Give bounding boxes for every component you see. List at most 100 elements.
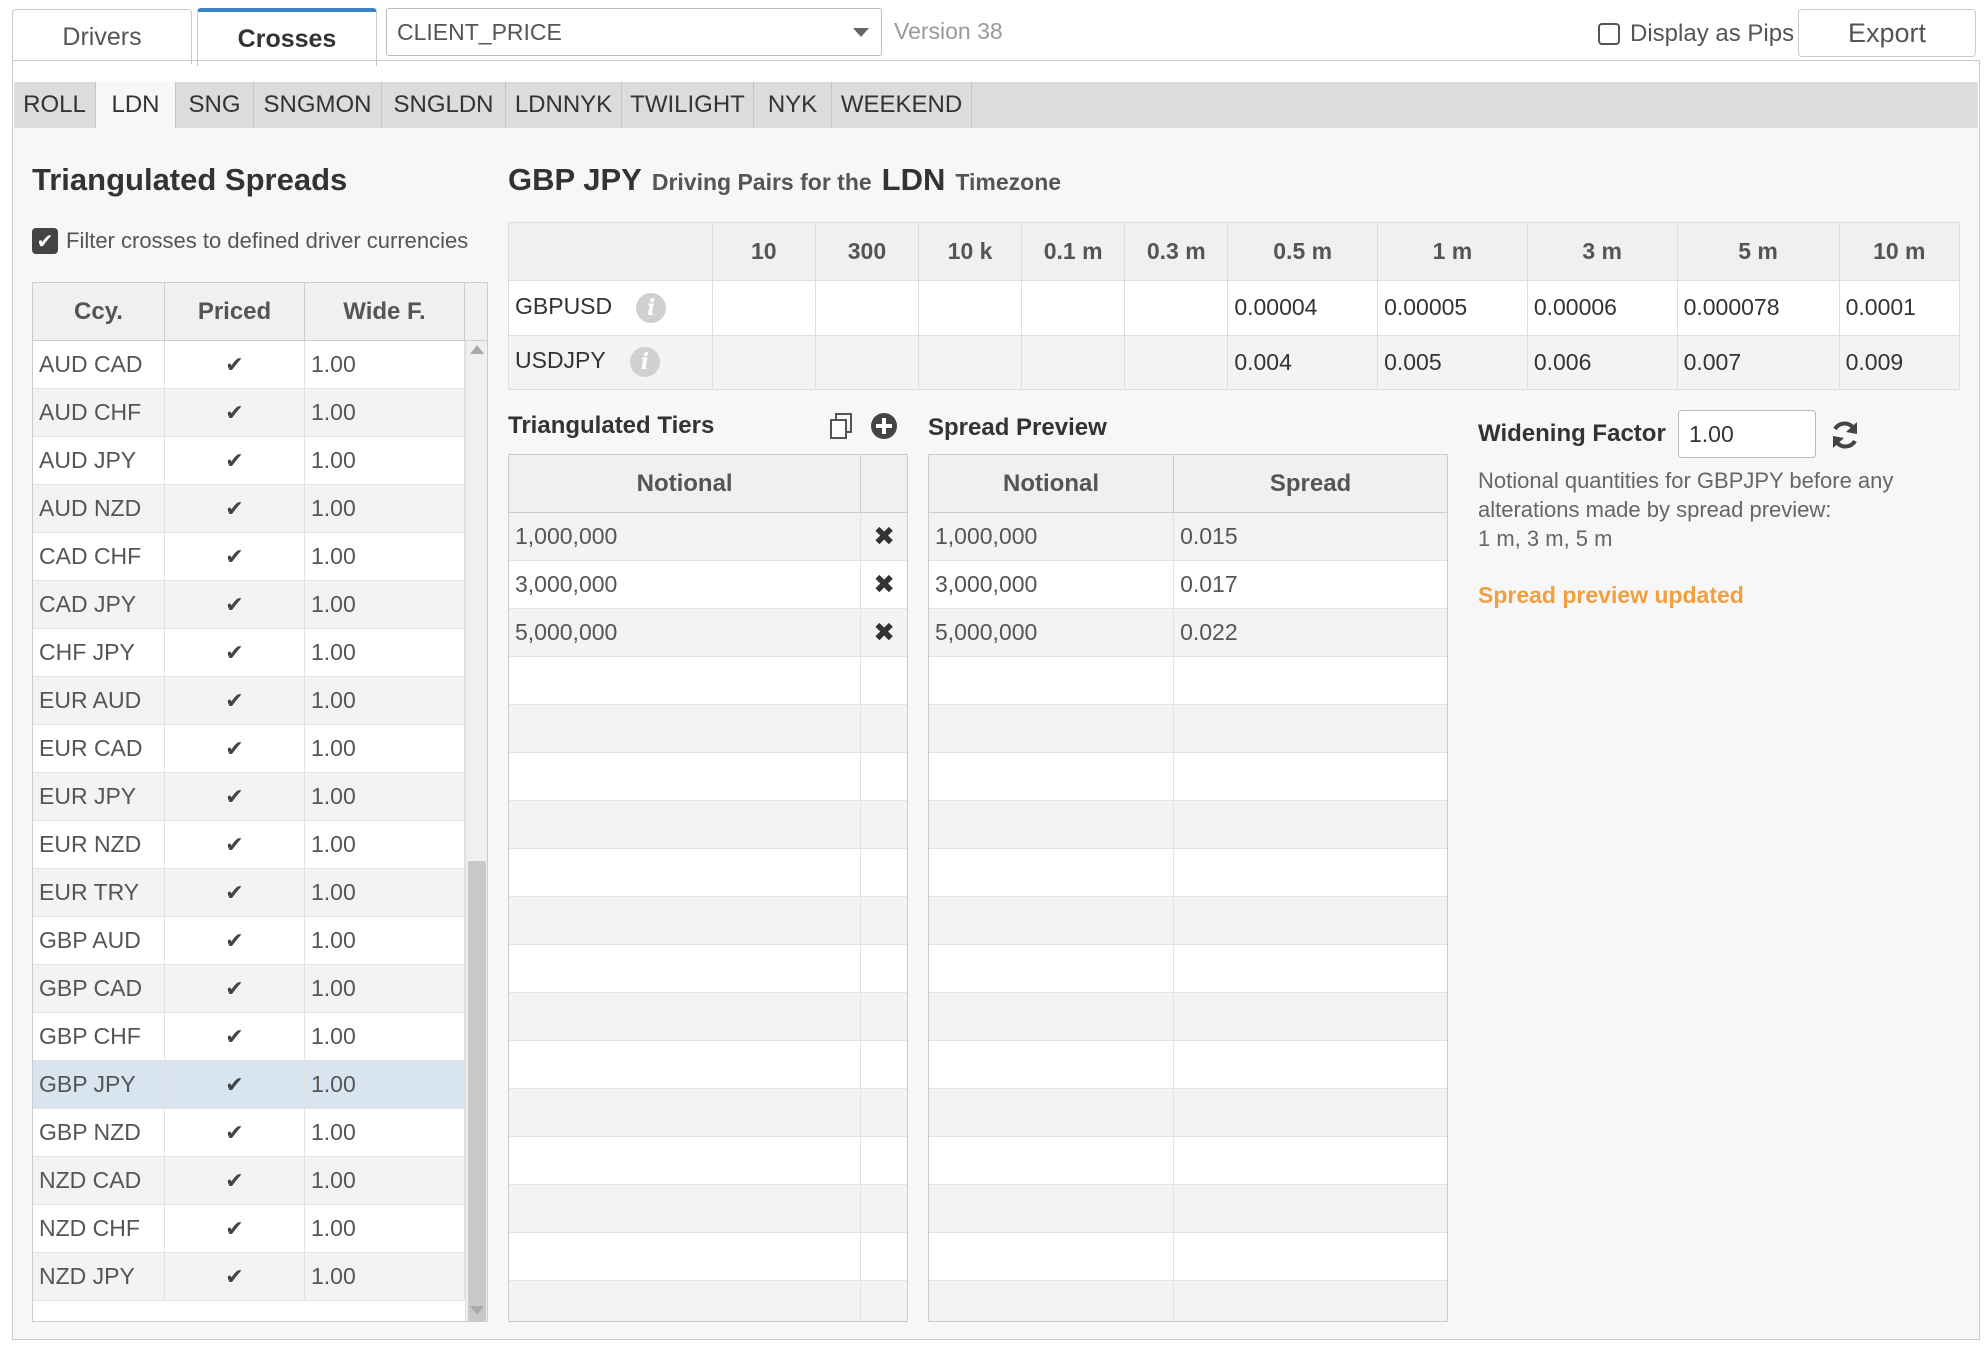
delete-icon[interactable]: ✖ bbox=[861, 561, 907, 608]
priced-cell[interactable]: ✔ bbox=[165, 1013, 305, 1060]
wide-cell[interactable]: 1.00 bbox=[305, 965, 465, 1012]
priced-cell[interactable]: ✔ bbox=[165, 869, 305, 916]
priced-cell[interactable]: ✔ bbox=[165, 533, 305, 580]
priced-cell[interactable]: ✔ bbox=[165, 437, 305, 484]
priced-cell[interactable]: ✔ bbox=[165, 581, 305, 628]
wide-cell[interactable]: 1.00 bbox=[305, 1061, 465, 1108]
table-row[interactable]: AUD NZD ✔ 1.00 bbox=[33, 485, 487, 533]
priced-cell[interactable]: ✔ bbox=[165, 677, 305, 724]
table-row[interactable]: CAD CHF ✔ 1.00 bbox=[33, 533, 487, 581]
empty-cell bbox=[861, 945, 907, 992]
table-row[interactable]: AUD CHF ✔ 1.00 bbox=[33, 389, 487, 437]
wide-cell[interactable]: 1.00 bbox=[305, 437, 465, 484]
table-row[interactable]: EUR JPY ✔ 1.00 bbox=[33, 773, 487, 821]
table-row[interactable]: EUR NZD ✔ 1.00 bbox=[33, 821, 487, 869]
spread-cell bbox=[1021, 334, 1126, 390]
wide-cell[interactable]: 1.00 bbox=[305, 1253, 465, 1300]
table-row[interactable]: NZD CHF ✔ 1.00 bbox=[33, 1205, 487, 1253]
wide-cell[interactable]: 1.00 bbox=[305, 629, 465, 676]
priced-cell[interactable]: ✔ bbox=[165, 917, 305, 964]
wide-cell[interactable]: 1.00 bbox=[305, 581, 465, 628]
table-row[interactable]: AUD JPY ✔ 1.00 bbox=[33, 437, 487, 485]
info-icon[interactable]: i bbox=[636, 292, 667, 323]
priced-cell[interactable]: ✔ bbox=[165, 341, 305, 388]
preview-table-header: Notional Spread bbox=[929, 455, 1447, 513]
wide-cell[interactable]: 1.00 bbox=[305, 677, 465, 724]
wide-cell[interactable]: 1.00 bbox=[305, 1205, 465, 1252]
delete-icon[interactable]: ✖ bbox=[861, 513, 907, 560]
priced-cell[interactable]: ✔ bbox=[165, 1157, 305, 1204]
tab-sng[interactable]: SNG bbox=[176, 82, 254, 128]
tab-sngldn[interactable]: SNGLDN bbox=[382, 82, 506, 128]
wide-cell[interactable]: 1.00 bbox=[305, 533, 465, 580]
priced-cell[interactable]: ✔ bbox=[165, 1109, 305, 1156]
tab-ldn[interactable]: LDN bbox=[96, 82, 176, 128]
tab-drivers[interactable]: Drivers bbox=[12, 9, 192, 64]
priced-cell[interactable]: ✔ bbox=[165, 629, 305, 676]
wide-cell[interactable]: 1.00 bbox=[305, 341, 465, 388]
table-row[interactable]: CAD JPY ✔ 1.00 bbox=[33, 581, 487, 629]
notional-cell[interactable]: 5,000,000 bbox=[509, 609, 862, 656]
table-row[interactable]: NZD JPY ✔ 1.00 bbox=[33, 1253, 487, 1301]
scroll-thumb[interactable] bbox=[468, 861, 486, 1321]
tab-twilight[interactable]: TWILIGHT bbox=[622, 82, 754, 128]
table-row[interactable]: GBP AUD ✔ 1.00 bbox=[33, 917, 487, 965]
wide-cell[interactable]: 1.00 bbox=[305, 1109, 465, 1156]
display-pips-toggle[interactable]: Display as Pips bbox=[1598, 20, 1794, 48]
wide-cell[interactable]: 1.00 bbox=[305, 821, 465, 868]
scrollbar[interactable] bbox=[465, 341, 487, 1321]
priced-cell[interactable]: ✔ bbox=[165, 725, 305, 772]
add-tier-icon[interactable] bbox=[868, 410, 900, 442]
widening-factor-input[interactable]: 1.00 bbox=[1678, 410, 1816, 458]
priced-cell[interactable]: ✔ bbox=[165, 389, 305, 436]
priced-cell[interactable]: ✔ bbox=[165, 485, 305, 532]
table-row[interactable]: NZD CAD ✔ 1.00 bbox=[33, 1157, 487, 1205]
table-row[interactable]: GBP JPY ✔ 1.00 bbox=[33, 1061, 487, 1109]
tab-sngmon[interactable]: SNGMON bbox=[254, 82, 382, 128]
wide-cell[interactable]: 1.00 bbox=[305, 917, 465, 964]
filter-checkbox[interactable]: ✔ bbox=[32, 228, 58, 254]
empty-cell bbox=[509, 897, 862, 944]
refresh-icon[interactable] bbox=[1828, 418, 1862, 452]
table-row[interactable]: EUR TRY ✔ 1.00 bbox=[33, 869, 487, 917]
table-row[interactable]: AUD CAD ✔ 1.00 bbox=[33, 341, 487, 389]
tab-crosses[interactable]: Crosses bbox=[197, 8, 377, 66]
tab-roll[interactable]: ROLL bbox=[14, 82, 96, 128]
priced-cell[interactable]: ✔ bbox=[165, 965, 305, 1012]
wide-cell[interactable]: 1.00 bbox=[305, 773, 465, 820]
table-row[interactable]: CHF JPY ✔ 1.00 bbox=[33, 629, 487, 677]
priced-cell[interactable]: ✔ bbox=[165, 773, 305, 820]
pips-checkbox[interactable] bbox=[1598, 23, 1620, 45]
col-priced[interactable]: Priced bbox=[165, 283, 305, 340]
col-wide[interactable]: Wide F. bbox=[305, 283, 465, 340]
filter-toggle[interactable]: ✔ Filter crosses to defined driver curre… bbox=[32, 228, 468, 254]
priced-cell[interactable]: ✔ bbox=[165, 821, 305, 868]
price-select[interactable]: CLIENT_PRICE bbox=[386, 8, 882, 56]
priced-cell[interactable]: ✔ bbox=[165, 1061, 305, 1108]
table-row[interactable]: GBP NZD ✔ 1.00 bbox=[33, 1109, 487, 1157]
info-icon[interactable]: i bbox=[629, 347, 660, 378]
scroll-up-icon[interactable] bbox=[470, 345, 484, 354]
scroll-down-icon[interactable] bbox=[470, 1306, 484, 1315]
table-row[interactable]: EUR CAD ✔ 1.00 bbox=[33, 725, 487, 773]
priced-cell[interactable]: ✔ bbox=[165, 1205, 305, 1252]
wide-cell[interactable]: 1.00 bbox=[305, 1157, 465, 1204]
export-button[interactable]: Export bbox=[1798, 9, 1976, 57]
tab-weekend[interactable]: WEEKEND bbox=[832, 82, 972, 128]
wide-cell[interactable]: 1.00 bbox=[305, 389, 465, 436]
col-ccy[interactable]: Ccy. bbox=[33, 283, 165, 340]
table-row[interactable]: EUR AUD ✔ 1.00 bbox=[33, 677, 487, 725]
tab-nyk[interactable]: NYK bbox=[754, 82, 832, 128]
priced-cell[interactable]: ✔ bbox=[165, 1253, 305, 1300]
wide-cell[interactable]: 1.00 bbox=[305, 485, 465, 532]
copy-icon[interactable] bbox=[826, 410, 858, 442]
wide-cell[interactable]: 1.00 bbox=[305, 1013, 465, 1060]
tab-ldnnyk[interactable]: LDNNYK bbox=[506, 82, 622, 128]
notional-cell[interactable]: 3,000,000 bbox=[509, 561, 862, 608]
table-row[interactable]: GBP CAD ✔ 1.00 bbox=[33, 965, 487, 1013]
wide-cell[interactable]: 1.00 bbox=[305, 725, 465, 772]
delete-icon[interactable]: ✖ bbox=[861, 609, 907, 656]
notional-cell[interactable]: 1,000,000 bbox=[509, 513, 862, 560]
wide-cell[interactable]: 1.00 bbox=[305, 869, 465, 916]
table-row[interactable]: GBP CHF ✔ 1.00 bbox=[33, 1013, 487, 1061]
